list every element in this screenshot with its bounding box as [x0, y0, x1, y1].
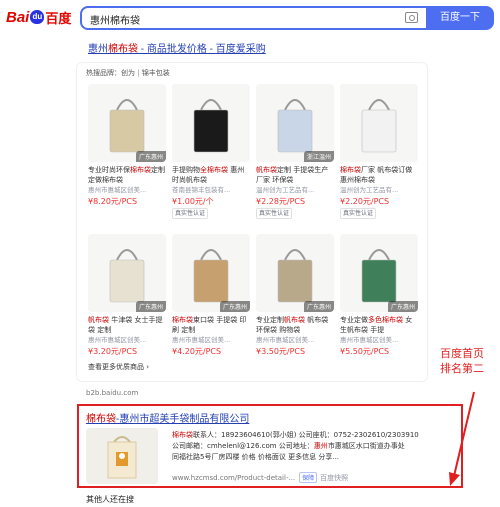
- annotation-arrow: [449, 391, 475, 486]
